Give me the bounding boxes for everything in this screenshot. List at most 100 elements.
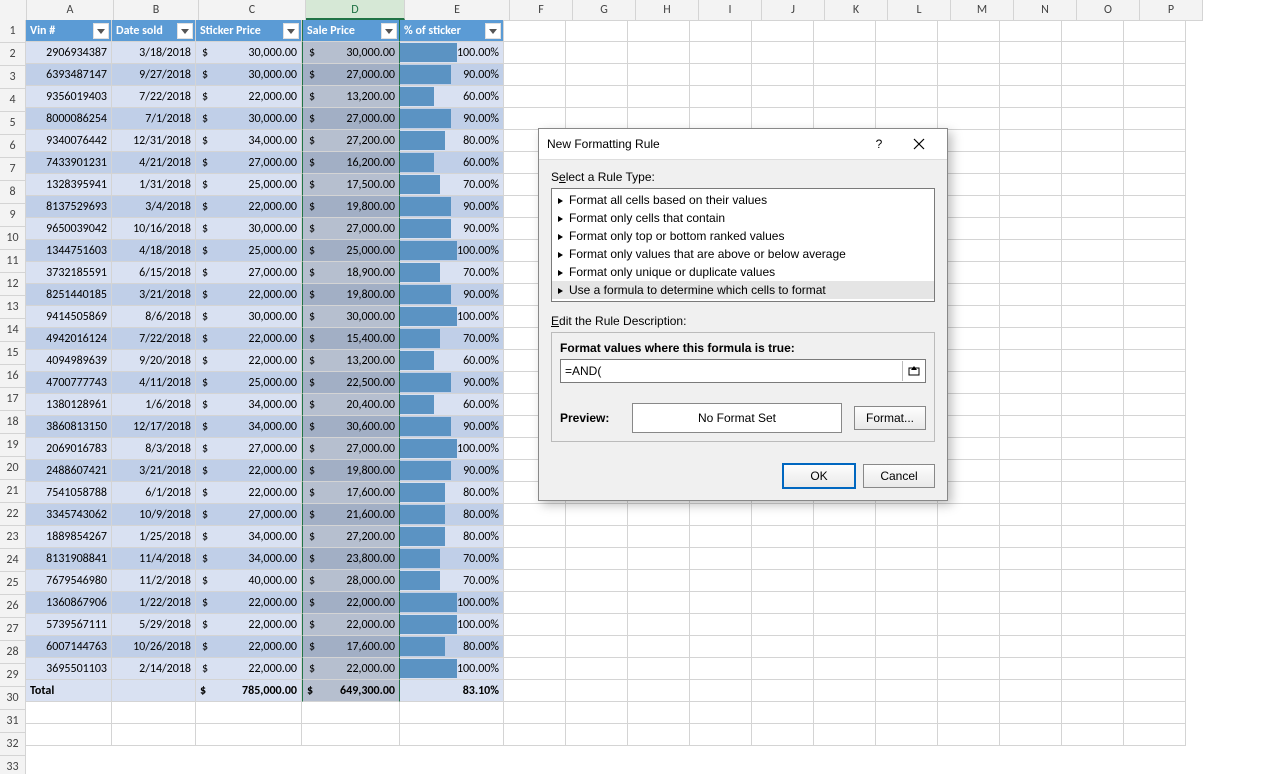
cell-G25[interactable] [566, 548, 628, 570]
cell-M24[interactable] [938, 526, 1000, 548]
cell-L28[interactable] [876, 614, 938, 636]
cell-P24[interactable] [1124, 526, 1186, 548]
cell-K27[interactable] [814, 592, 876, 614]
cell-D16[interactable]: $13,200.00 [302, 350, 400, 372]
cell-F28[interactable] [504, 614, 566, 636]
cell-M27[interactable] [938, 592, 1000, 614]
cell-B31[interactable] [112, 680, 196, 702]
cell-P8[interactable] [1124, 174, 1186, 196]
cell-I31[interactable] [690, 680, 752, 702]
row-header-15[interactable]: 15 [0, 342, 26, 365]
row-header-32[interactable]: 32 [0, 733, 26, 756]
cell-O24[interactable] [1062, 526, 1124, 548]
cell-P5[interactable] [1124, 108, 1186, 130]
spreadsheet-grid[interactable]: ABCDEFGHIJKLMNOP 12345678910111213141516… [0, 0, 1282, 774]
cell-H24[interactable] [628, 526, 690, 548]
dialog-help-button[interactable]: ? [859, 132, 899, 156]
cell-N30[interactable] [1000, 658, 1062, 680]
cell-D27[interactable]: $22,000.00 [302, 592, 400, 614]
cell-L24[interactable] [876, 526, 938, 548]
cell-E25[interactable]: 70.00% [400, 548, 504, 570]
formula-input[interactable] [561, 361, 902, 381]
row-header-14[interactable]: 14 [0, 319, 26, 342]
cell-D10[interactable]: $27,000.00 [302, 218, 400, 240]
cell-K29[interactable] [814, 636, 876, 658]
cell-B28[interactable]: 5/29/2018 [112, 614, 196, 636]
cell-C12[interactable]: $27,000.00 [196, 262, 302, 284]
cell-A9[interactable]: 8137529693 [26, 196, 112, 218]
table-header-E[interactable]: % of sticker [400, 20, 504, 42]
cell-J32[interactable] [752, 702, 814, 724]
cell-D7[interactable]: $16,200.00 [302, 152, 400, 174]
cell-E9[interactable]: 90.00% [400, 196, 504, 218]
ok-button[interactable]: OK [783, 464, 855, 488]
cell-C3[interactable]: $30,000.00 [196, 64, 302, 86]
cell-B7[interactable]: 4/21/2018 [112, 152, 196, 174]
cell-H32[interactable] [628, 702, 690, 724]
collapse-dialog-button[interactable] [902, 361, 925, 381]
rule-type-item-4[interactable]: Format only unique or duplicate values [552, 263, 934, 281]
cell-D12[interactable]: $18,900.00 [302, 262, 400, 284]
cell-P28[interactable] [1124, 614, 1186, 636]
cell-L5[interactable] [876, 108, 938, 130]
cell-A5[interactable]: 8000086254 [26, 108, 112, 130]
cell-E29[interactable]: 80.00% [400, 636, 504, 658]
cell-N2[interactable] [1000, 42, 1062, 64]
cell-M4[interactable] [938, 86, 1000, 108]
cell-B18[interactable]: 1/6/2018 [112, 394, 196, 416]
cell-D3[interactable]: $27,000.00 [302, 64, 400, 86]
cell-B27[interactable]: 1/22/2018 [112, 592, 196, 614]
cell-E2[interactable]: 100.00% [400, 42, 504, 64]
row-header-8[interactable]: 8 [0, 181, 26, 204]
rule-type-item-1[interactable]: Format only cells that contain [552, 209, 934, 227]
row-header-22[interactable]: 22 [0, 503, 26, 526]
cell-E3[interactable]: 90.00% [400, 64, 504, 86]
row-header-13[interactable]: 13 [0, 296, 26, 319]
rule-type-item-5[interactable]: Use a formula to determine which cells t… [552, 281, 934, 299]
cell-I30[interactable] [690, 658, 752, 680]
column-header-N[interactable]: N [1014, 0, 1077, 20]
cell-C11[interactable]: $25,000.00 [196, 240, 302, 262]
cell-C10[interactable]: $30,000.00 [196, 218, 302, 240]
cell-D26[interactable]: $28,000.00 [302, 570, 400, 592]
cell-P3[interactable] [1124, 64, 1186, 86]
cell-G24[interactable] [566, 526, 628, 548]
row-header-12[interactable]: 12 [0, 273, 26, 296]
cell-B2[interactable]: 3/18/2018 [112, 42, 196, 64]
cell-M26[interactable] [938, 570, 1000, 592]
cell-F32[interactable] [504, 702, 566, 724]
cell-B15[interactable]: 7/22/2018 [112, 328, 196, 350]
cell-D22[interactable]: $17,600.00 [302, 482, 400, 504]
cell-J27[interactable] [752, 592, 814, 614]
cell-B33[interactable] [112, 724, 196, 746]
cell-D19[interactable]: $30,600.00 [302, 416, 400, 438]
cell-P16[interactable] [1124, 350, 1186, 372]
cell-L1[interactable] [876, 20, 938, 42]
cell-E24[interactable]: 80.00% [400, 526, 504, 548]
cell-E16[interactable]: 60.00% [400, 350, 504, 372]
cell-N33[interactable] [1000, 724, 1062, 746]
cell-H31[interactable] [628, 680, 690, 702]
cell-D2[interactable]: $30,000.00 [302, 42, 400, 64]
cell-K3[interactable] [814, 64, 876, 86]
cell-N29[interactable] [1000, 636, 1062, 658]
cell-K1[interactable] [814, 20, 876, 42]
cell-C25[interactable]: $34,000.00 [196, 548, 302, 570]
cell-M33[interactable] [938, 724, 1000, 746]
cell-C19[interactable]: $34,000.00 [196, 416, 302, 438]
cell-O26[interactable] [1062, 570, 1124, 592]
cell-O19[interactable] [1062, 416, 1124, 438]
cell-G33[interactable] [566, 724, 628, 746]
cell-D4[interactable]: $13,200.00 [302, 86, 400, 108]
filter-dropdown-icon[interactable] [381, 23, 397, 39]
cell-K33[interactable] [814, 724, 876, 746]
cell-P26[interactable] [1124, 570, 1186, 592]
cell-F24[interactable] [504, 526, 566, 548]
cell-O31[interactable] [1062, 680, 1124, 702]
row-header-30[interactable]: 30 [0, 687, 26, 710]
cell-C21[interactable]: $22,000.00 [196, 460, 302, 482]
cell-E7[interactable]: 60.00% [400, 152, 504, 174]
cell-G27[interactable] [566, 592, 628, 614]
cell-B29[interactable]: 10/26/2018 [112, 636, 196, 658]
cell-G28[interactable] [566, 614, 628, 636]
